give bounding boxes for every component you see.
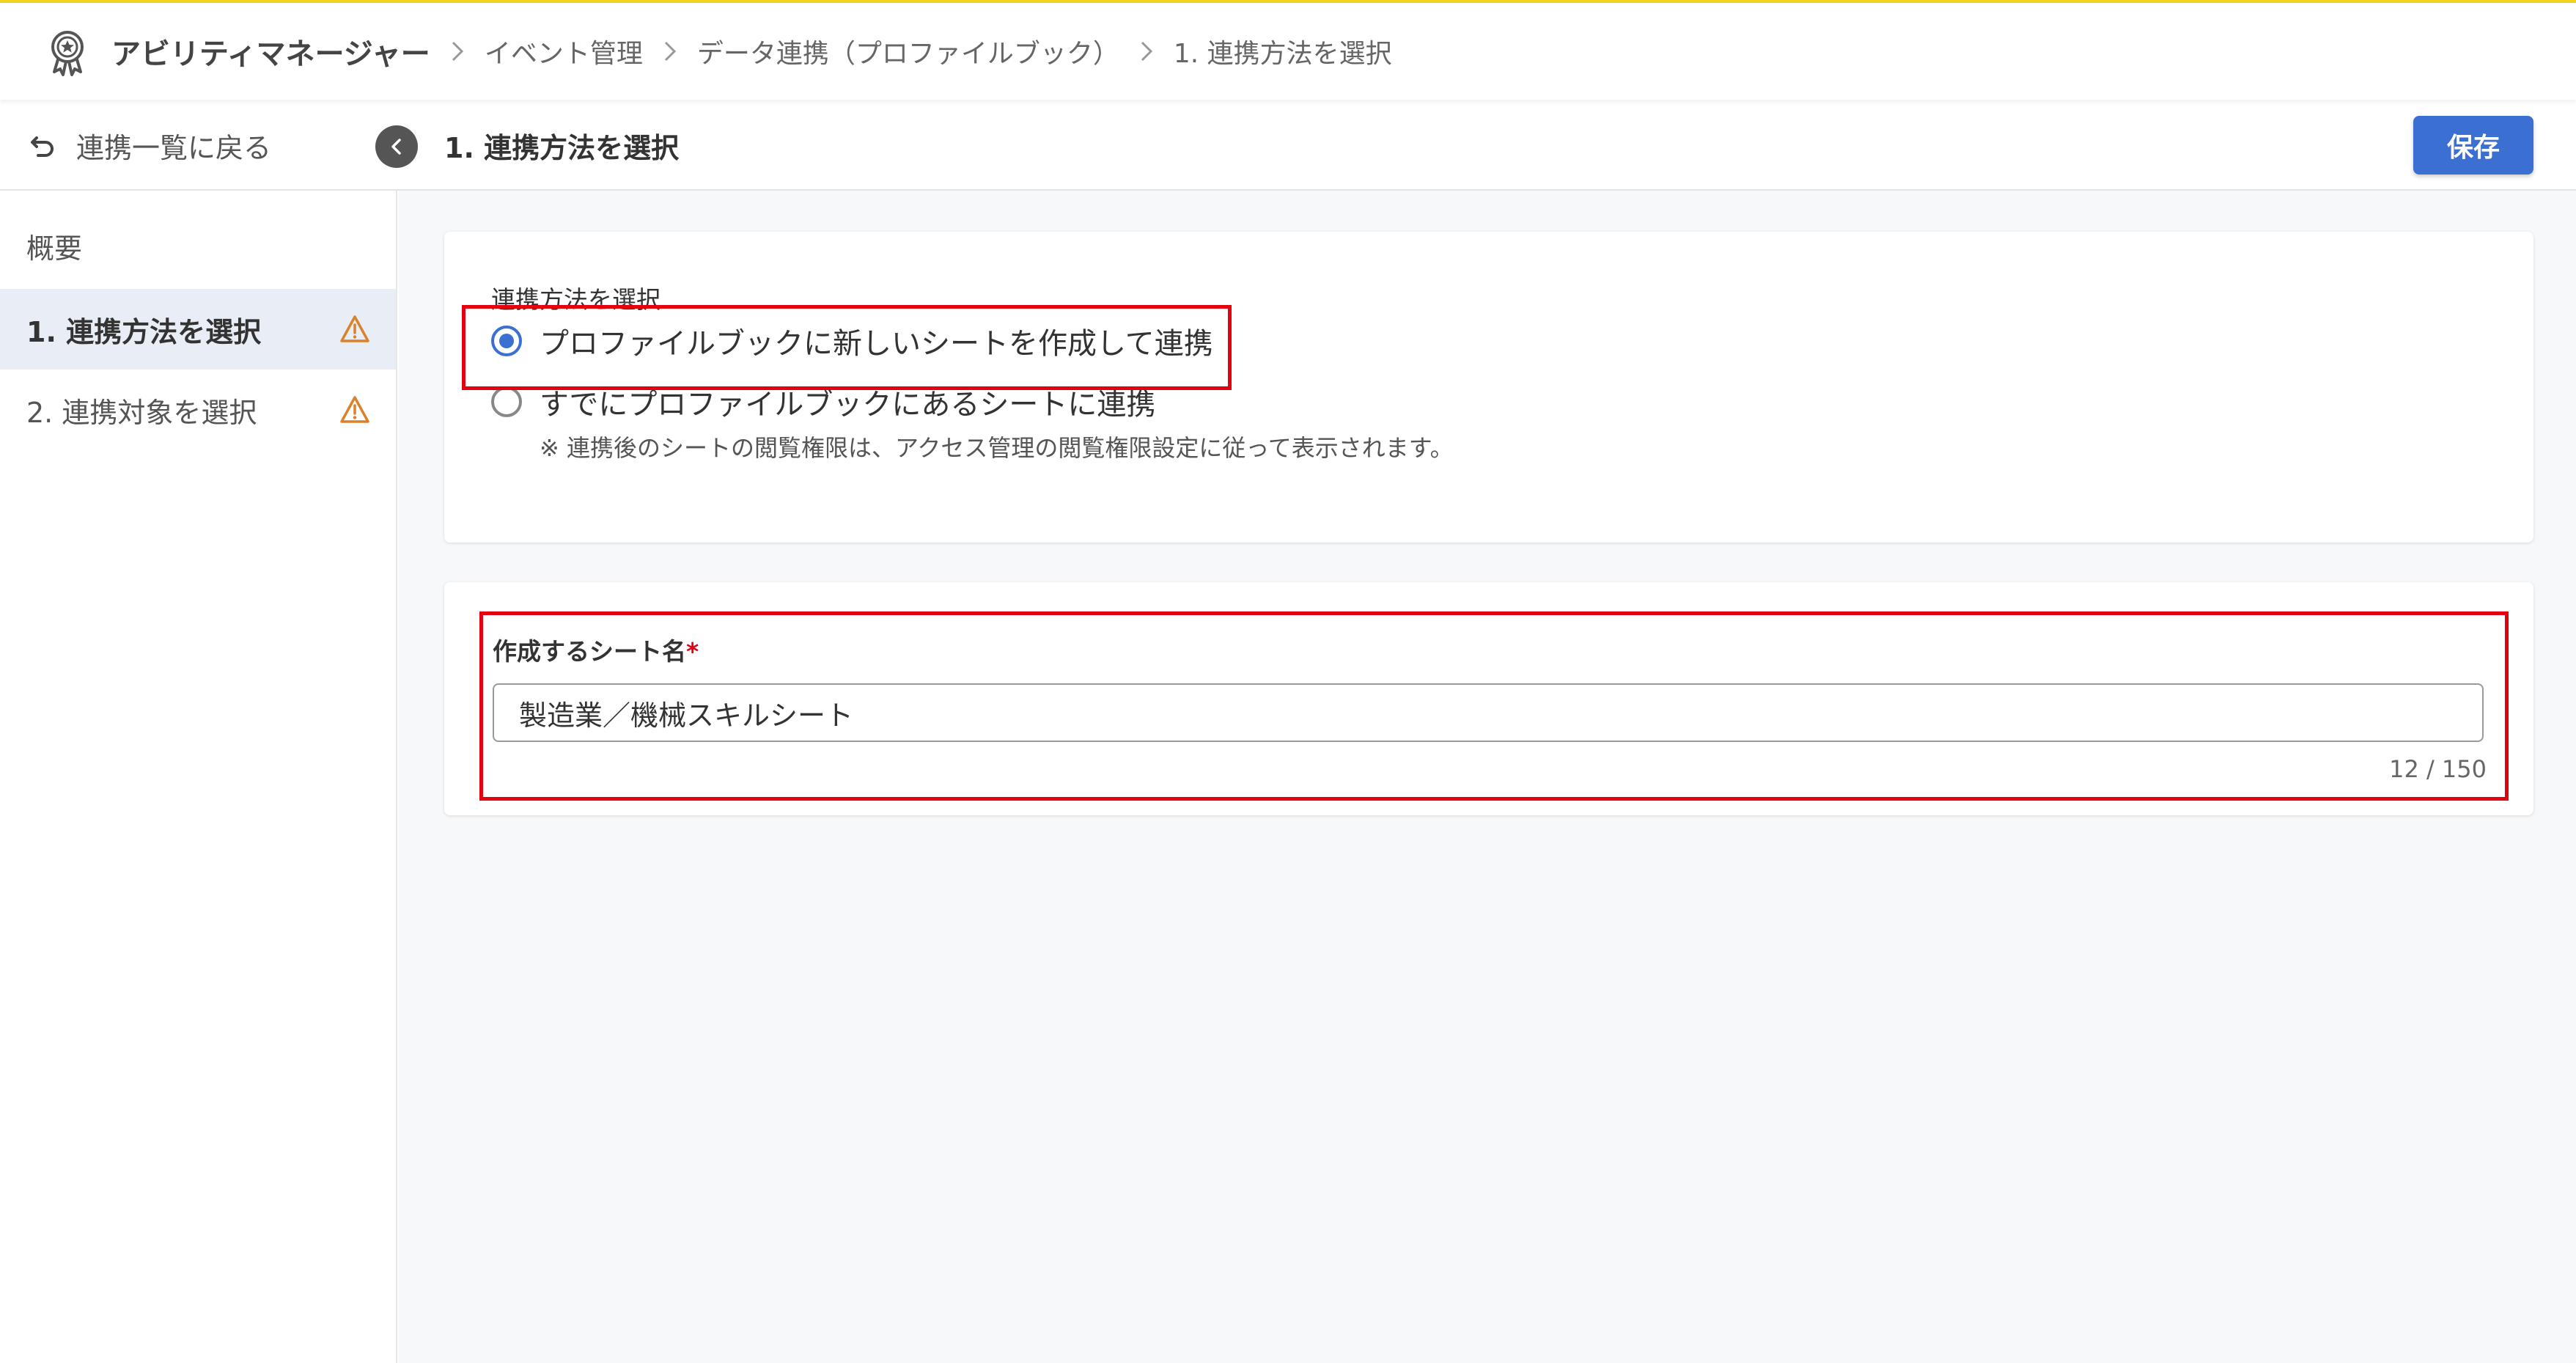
save-button[interactable]: 保存 [2413,116,2533,174]
sidebar-item-select-method[interactable]: 1. 連携方法を選択 [0,289,396,370]
breadcrumb-app-name[interactable]: アビリティマネージャー [111,30,430,73]
warning-icon [340,396,369,423]
undo-arrow-icon [31,136,54,157]
sidebar-item-overview[interactable]: 概要 [0,205,396,286]
collapse-sidebar-button[interactable] [375,125,418,168]
sidebar-item-select-target[interactable]: 2. 連携対象を選択 [0,370,396,450]
warning-icon [340,315,369,342]
chevron-left-icon [391,139,401,155]
back-to-list-link[interactable]: 連携一覧に戻る [28,100,271,191]
breadcrumb-item-current: 1. 連携方法を選択 [1173,39,1392,69]
award-badge-icon [51,31,84,76]
sheet-name-card: 作成するシート名* 12 / 150 [444,582,2533,815]
sidebar: 概要 1. 連携方法を選択 2. 連携対象を選択 [0,191,397,1363]
sidebar-item-label: 概要 [26,232,83,265]
breadcrumb-item-data-link[interactable]: データ連携（プロファイルブック） [697,32,1119,70]
highlight-box [479,611,2509,801]
chevron-right-icon [659,38,681,65]
highlight-box [462,305,1232,390]
toolbar: 連携一覧に戻る 1. 連携方法を選択 保存 [0,100,2576,191]
chevron-right-icon [446,38,468,65]
page-title: 1. 連携方法を選択 [444,131,680,164]
main-content: 連携方法を選択 プロファイルブックに新しいシートを作成して連携 すでにプロファイ… [399,191,2576,1363]
permission-note: ※ 連携後のシートの閲覧権限は、アクセス管理の閲覧権限設定に従って表示されます。 [540,434,1454,462]
radio-button[interactable] [491,386,522,417]
back-link-label: 連携一覧に戻る [76,131,272,164]
method-card: 連携方法を選択 プロファイルブックに新しいシートを作成して連携 すでにプロファイ… [444,232,2533,543]
breadcrumb: アビリティマネージャー イベント管理 データ連携（プロファイルブック） 1. 連… [0,3,2576,100]
breadcrumb-item-event[interactable]: イベント管理 [485,32,643,70]
chevron-right-icon [1136,38,1158,65]
sidebar-item-label: 1. 連携方法を選択 [26,315,262,348]
sidebar-item-label: 2. 連携対象を選択 [26,396,257,429]
